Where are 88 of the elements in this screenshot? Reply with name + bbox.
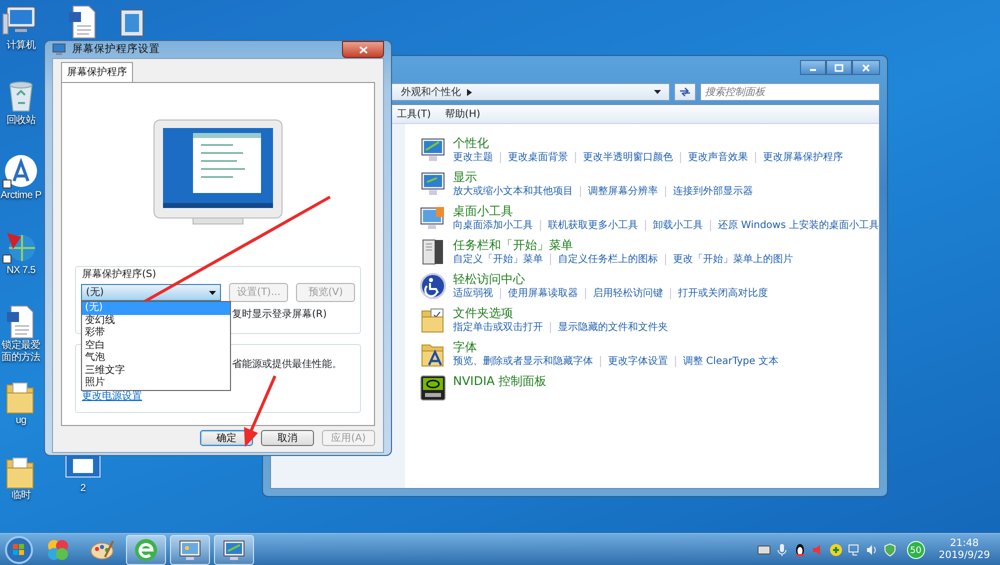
monitor-icon xyxy=(419,204,447,232)
icon-label: ug xyxy=(14,415,28,427)
task-link[interactable]: 更改半透明窗口颜色 xyxy=(583,151,673,164)
icon-label: 回收站 xyxy=(5,115,37,127)
taskbar-button[interactable] xyxy=(126,534,166,564)
search-field[interactable]: 搜索控制面板 xyxy=(700,83,880,101)
dropdown-option[interactable]: 彩带 xyxy=(82,327,230,340)
icon-label: NX 7.5 xyxy=(6,265,36,277)
monitor-icon xyxy=(419,136,447,164)
network-icon[interactable] xyxy=(846,542,861,556)
icon-label: 计算机 xyxy=(5,40,37,52)
menu-item[interactable]: 帮助(H) xyxy=(444,106,480,122)
task-link[interactable]: 连接到外部显示器 xyxy=(673,185,753,198)
maximize-icon xyxy=(834,64,844,72)
close-icon xyxy=(358,46,368,54)
task-link[interactable]: 指定单击或双击打开 xyxy=(453,321,543,334)
cancel-button[interactable]: 取消 xyxy=(261,430,314,446)
category-link[interactable]: 任务栏和「开始」菜单 xyxy=(453,238,793,253)
task-link[interactable]: 预览、删除或者显示和隐藏字体 xyxy=(453,355,593,368)
task-link[interactable]: 更改主题 xyxy=(453,151,493,164)
power-settings-link[interactable]: 更改电源设置 xyxy=(82,389,142,404)
maximize-button[interactable] xyxy=(826,60,852,75)
dropdown-option[interactable]: 照片 xyxy=(82,377,230,390)
letter-e-globe-icon xyxy=(133,536,159,562)
task-link[interactable]: 更改桌面背景 xyxy=(508,151,568,164)
volume-icon[interactable] xyxy=(864,542,879,556)
breadcrumb[interactable]: 外观和个性化 xyxy=(401,84,461,100)
caret-down-icon xyxy=(654,90,661,94)
close-icon xyxy=(861,64,871,72)
monitor-icon xyxy=(419,170,447,198)
dialog-title: 屏幕保护程序设置 xyxy=(72,42,160,57)
task-link[interactable]: 联机获取更多小工具 xyxy=(548,219,638,232)
refresh-arrows-icon xyxy=(679,87,691,97)
category-link[interactable]: 轻松访问中心 xyxy=(453,272,768,287)
task-link[interactable]: 适应弱视 xyxy=(453,287,493,300)
minimize-button[interactable] xyxy=(800,60,826,75)
accessibility-icon xyxy=(419,272,447,300)
taskbar-button[interactable] xyxy=(170,534,210,564)
icon-label: 临时 xyxy=(10,490,32,502)
icon-label: 锁定最爱面的方法 xyxy=(0,340,42,364)
icon-label: Arctime P xyxy=(0,190,42,202)
category-link[interactable]: 文件夹选项 xyxy=(453,306,668,321)
dropdown-option[interactable]: 三维文字 xyxy=(82,364,230,377)
start-orb-icon[interactable] xyxy=(4,534,34,564)
shield-icon[interactable] xyxy=(882,542,897,556)
task-link[interactable]: 打开或关闭高对比度 xyxy=(678,287,768,300)
category-link[interactable]: 桌面小工具 xyxy=(453,204,879,219)
description-text: 省能源或提供最佳性能。 xyxy=(232,358,342,372)
annotation-arrow xyxy=(244,375,276,447)
microphone-icon[interactable] xyxy=(774,542,789,556)
task-link[interactable]: 还原 Windows 上安装的桌面小工具 xyxy=(718,219,879,232)
task-link[interactable]: 更改「开始」菜单上的图片 xyxy=(673,253,793,266)
keyboard-icon[interactable] xyxy=(756,542,771,556)
close-button[interactable] xyxy=(342,41,384,58)
dropdown-option[interactable]: 气泡 xyxy=(82,352,230,364)
checkbox-label[interactable]: 复时显示登录屏幕(R) xyxy=(232,307,327,322)
dropdown-option[interactable]: 变幻线 xyxy=(82,314,230,327)
icon-label: 2 xyxy=(79,483,87,495)
category-link[interactable]: 个性化 xyxy=(453,136,843,151)
tab[interactable]: 屏幕保护程序 xyxy=(61,62,133,82)
plus-icon[interactable] xyxy=(828,542,843,556)
clock-date[interactable]: 2019/9/29 xyxy=(938,550,990,562)
dropdown-option[interactable]: 空白 xyxy=(82,340,230,352)
task-link[interactable]: 调整屏幕分辨率 xyxy=(588,185,658,198)
task-link[interactable]: 更改屏幕保护程序 xyxy=(763,151,843,164)
task-link[interactable]: 启用轻松访问键 xyxy=(593,287,663,300)
menu-item[interactable]: 工具(T) xyxy=(397,106,431,122)
task-link[interactable]: 显示隐藏的文件和文件夹 xyxy=(558,321,668,334)
category-link[interactable]: NVIDIA 控制面板 xyxy=(453,374,547,389)
chevron-right-icon xyxy=(467,88,472,96)
task-link[interactable]: 使用屏幕读取器 xyxy=(508,287,578,300)
caret-down-icon xyxy=(209,290,216,294)
category-link[interactable]: 字体 xyxy=(453,340,778,355)
task-link[interactable]: 向桌面添加小工具 xyxy=(453,219,533,232)
task-link[interactable]: 调整 ClearType 文本 xyxy=(683,355,778,368)
task-link[interactable]: 卸载小工具 xyxy=(653,219,703,232)
task-link[interactable]: 自定义任务栏上的图标 xyxy=(558,253,658,266)
monitor-icon xyxy=(52,43,66,56)
task-link[interactable]: 更改字体设置 xyxy=(608,355,668,368)
dropdown-value: (无) xyxy=(86,286,105,300)
task-link[interactable]: 放大或缩小文本和其他项目 xyxy=(453,185,573,198)
taskbar-button[interactable] xyxy=(214,534,254,564)
refresh-button[interactable] xyxy=(674,83,696,101)
graphics-card-icon xyxy=(419,374,447,402)
task-link[interactable]: 自定义「开始」菜单 xyxy=(453,253,543,266)
category-link[interactable]: 显示 xyxy=(453,170,753,185)
close-button[interactable] xyxy=(852,60,880,75)
task-link[interactable]: 更改声音效果 xyxy=(688,151,748,164)
